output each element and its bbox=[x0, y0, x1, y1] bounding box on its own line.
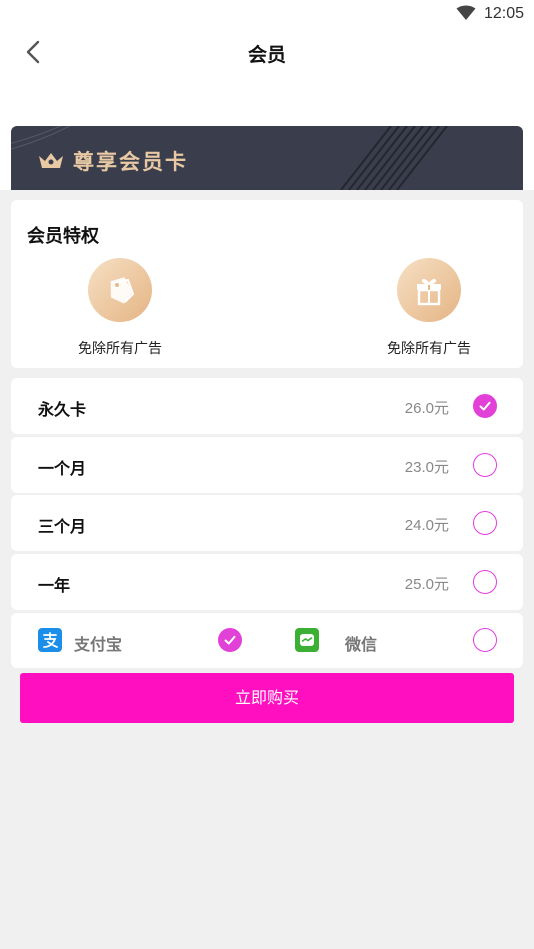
status-bar: 12:05 bbox=[0, 0, 534, 28]
plan-option-permanent[interactable]: 永久卡 26.0元 bbox=[11, 378, 523, 434]
check-icon bbox=[224, 635, 236, 645]
plan-radio[interactable] bbox=[473, 570, 497, 594]
plan-name: 一年 bbox=[38, 576, 71, 595]
crown-icon bbox=[39, 153, 63, 168]
plan-radio[interactable] bbox=[473, 511, 497, 535]
wifi-icon bbox=[456, 5, 476, 20]
wechat-icon bbox=[295, 628, 319, 652]
check-icon bbox=[479, 401, 491, 411]
wechat-radio[interactable] bbox=[473, 628, 497, 652]
plan-option-one-month[interactable]: 一个月 23.0元 bbox=[11, 437, 523, 493]
plan-option-three-months[interactable]: 三个月 24.0元 bbox=[11, 495, 523, 551]
nav-bar: 会员 bbox=[0, 28, 534, 76]
gift-icon bbox=[397, 258, 461, 322]
plan-name: 一个月 bbox=[38, 459, 87, 478]
plan-name: 永久卡 bbox=[38, 400, 87, 419]
vip-card-banner: 尊享会员卡 bbox=[11, 126, 523, 190]
banner-title: 尊享会员卡 bbox=[73, 150, 188, 174]
privilege-item: 免除所有广告 bbox=[55, 258, 185, 358]
status-time: 12:05 bbox=[483, 5, 524, 22]
plan-price: 24.0元 bbox=[404, 517, 449, 534]
buy-now-button[interactable]: 立即购买 bbox=[20, 673, 514, 723]
privilege-label: 免除所有广告 bbox=[78, 341, 162, 357]
plan-name: 三个月 bbox=[38, 517, 87, 536]
wechat-label[interactable]: 微信 bbox=[345, 631, 377, 655]
plan-option-one-year[interactable]: 一年 25.0元 bbox=[11, 554, 523, 610]
plan-radio[interactable] bbox=[473, 453, 497, 477]
privileges-card: 会员特权 免除所有广告 免除所有广告 bbox=[11, 200, 523, 368]
alipay-label[interactable]: 支付宝 bbox=[74, 631, 122, 655]
plan-price: 26.0元 bbox=[404, 400, 449, 417]
header-area: 12:05 会员 尊享会员卡 bbox=[0, 0, 534, 190]
plan-price: 25.0元 bbox=[404, 576, 449, 593]
price-tag-icon bbox=[88, 258, 152, 322]
page-title: 会员 bbox=[247, 44, 286, 66]
payment-method-card: 支付宝 微信 bbox=[11, 613, 523, 668]
plan-price: 23.0元 bbox=[404, 459, 449, 476]
alipay-icon bbox=[38, 628, 62, 652]
privilege-item: 免除所有广告 bbox=[364, 258, 494, 358]
plan-radio-checked[interactable] bbox=[473, 394, 497, 418]
privileges-title: 会员特权 bbox=[27, 226, 99, 247]
alipay-radio-checked[interactable] bbox=[218, 628, 242, 652]
privilege-label: 免除所有广告 bbox=[387, 341, 471, 357]
